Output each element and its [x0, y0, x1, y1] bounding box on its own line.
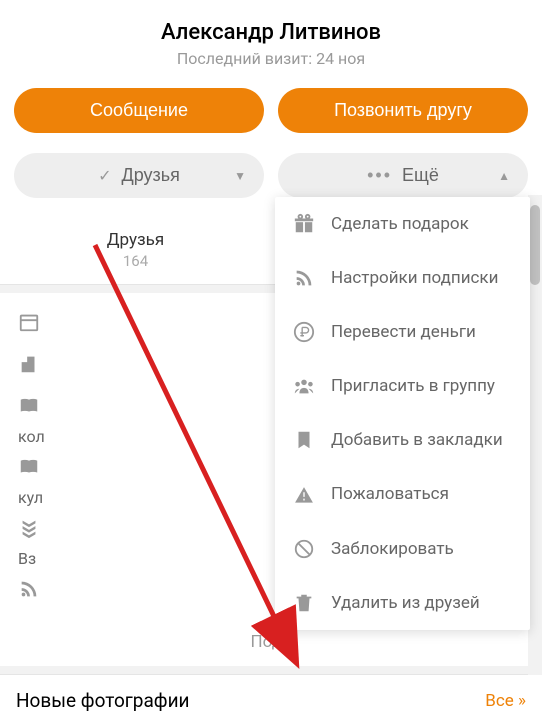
tab-friends[interactable]: Друзья 164 [0, 216, 271, 284]
building-icon [18, 353, 40, 375]
book-icon [18, 395, 40, 417]
primary-actions: Сообщение Позвонить другу [0, 78, 542, 143]
section-title: Новые фотографии [16, 689, 190, 712]
book-icon [18, 456, 40, 478]
calendar-icon [18, 311, 40, 333]
last-visit: Последний визит: 24 ноя [10, 49, 532, 68]
gift-icon [293, 213, 315, 235]
more-dropdown-button[interactable]: ••• Ещё ▲ [278, 153, 528, 198]
group-icon [293, 375, 315, 397]
chevron-up-icon: ▲ [498, 169, 510, 183]
rank-icon [18, 517, 40, 539]
rss-icon [293, 267, 315, 289]
dots-icon: ••• [367, 165, 392, 186]
menu-bookmark[interactable]: Добавить в закладки [275, 413, 530, 467]
warning-icon [293, 484, 315, 506]
chevron-down-icon: ▼ [234, 169, 246, 183]
all-link[interactable]: Все » [485, 691, 526, 711]
scrollbar[interactable] [528, 195, 542, 675]
check-icon: ✓ [98, 166, 111, 186]
menu-gift[interactable]: Сделать подарок [275, 197, 530, 251]
more-dropdown-menu: Сделать подарок Настройки подписки Перев… [275, 197, 530, 630]
menu-unfriend[interactable]: Удалить из друзей [275, 576, 530, 630]
menu-block[interactable]: Заблокировать [275, 522, 530, 576]
content-gap [0, 666, 542, 674]
trash-icon [293, 592, 315, 614]
photos-section-header: Новые фотографии Все » [0, 674, 542, 726]
rss-icon [18, 578, 40, 600]
message-button[interactable]: Сообщение [14, 88, 264, 133]
menu-report[interactable]: Пожаловаться [275, 467, 530, 521]
profile-header: Александр Литвинов Последний визит: 24 н… [0, 0, 542, 78]
call-friend-button[interactable]: Позвонить другу [278, 88, 528, 133]
scrollbar-thumb[interactable] [530, 205, 540, 285]
menu-transfer-money[interactable]: Перевести деньги [275, 305, 530, 359]
more-label: Ещё [402, 165, 439, 186]
ruble-icon [293, 321, 315, 343]
bookmark-icon [293, 429, 315, 451]
menu-invite-group[interactable]: Пригласить в группу [275, 359, 530, 413]
block-icon [293, 538, 315, 560]
menu-subscription-settings[interactable]: Настройки подписки [275, 251, 530, 305]
profile-name: Александр Литвинов [10, 20, 532, 45]
friends-dropdown-button[interactable]: ✓ Друзья ▼ [14, 153, 264, 198]
friends-label: Друзья [122, 165, 180, 186]
